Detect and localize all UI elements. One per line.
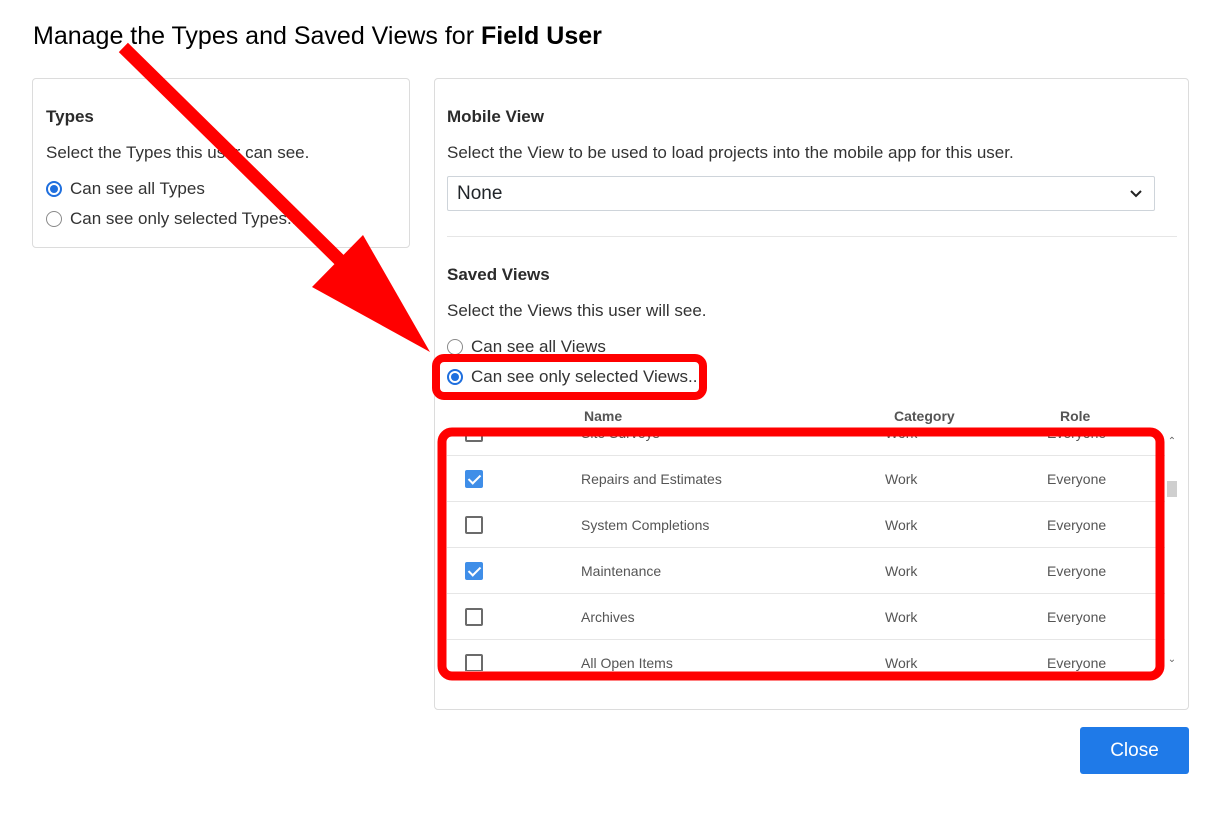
dialog-title-prefix: Manage the Types and Saved Views for — [33, 22, 481, 50]
scrollbar-thumb[interactable] — [1167, 481, 1177, 497]
manage-types-views-dialog: Manage the Types and Saved Views for Fie… — [0, 0, 1223, 815]
mobile-view-select[interactable]: None — [447, 176, 1155, 211]
row-role: Everyone — [1047, 517, 1107, 533]
saved-views-description: Select the Views this user will see. — [447, 301, 707, 320]
chevron-down-icon[interactable]: ⌄ — [1167, 655, 1177, 665]
views-radio-all[interactable]: Can see all Views — [447, 337, 606, 357]
table-row[interactable]: Maintenance Work Everyone — [447, 548, 1165, 594]
row-role: Everyone — [1047, 655, 1107, 671]
types-radio-all-label: Can see all Types — [70, 179, 205, 198]
column-header-category[interactable]: Category — [894, 408, 955, 424]
types-panel: Types Select the Types this user can see… — [32, 78, 410, 248]
row-name: Site Surveys — [581, 431, 660, 441]
dialog-title-user: Field User — [480, 22, 602, 50]
table-row[interactable]: All Open Items Work Everyone — [447, 640, 1165, 671]
row-category: Work — [885, 471, 918, 487]
row-category: Work — [885, 563, 918, 579]
views-radio-all-label: Can see all Views — [471, 337, 606, 356]
row-category: Work — [885, 655, 918, 671]
table-row[interactable]: Archives Work Everyone — [447, 594, 1165, 640]
saved-views-heading: Saved Views — [447, 265, 550, 284]
row-category: Work — [885, 431, 918, 441]
mobile-view-heading: Mobile View — [447, 107, 544, 126]
row-checkbox[interactable] — [465, 431, 483, 442]
views-radio-selected-label: Can see only selected Views... — [471, 367, 703, 386]
table-row[interactable]: Repairs and Estimates Work Everyone — [447, 456, 1165, 502]
table-row[interactable]: Site Surveys Work Everyone — [447, 431, 1165, 456]
section-divider — [447, 236, 1177, 237]
types-radio-selected-label: Can see only selected Types... — [70, 209, 302, 228]
table-scrollbar[interactable]: ⌃ ⌄ — [1167, 431, 1177, 671]
types-description: Select the Types this user can see. — [46, 143, 310, 162]
row-role: Everyone — [1047, 471, 1107, 487]
mobile-view-select-value: None — [457, 182, 503, 204]
types-radio-all[interactable]: Can see all Types — [46, 179, 205, 199]
chevron-down-icon — [1130, 190, 1142, 198]
dialog-title: Manage the Types and Saved Views for Fie… — [33, 22, 602, 51]
views-radio-selected[interactable]: Can see only selected Views... — [447, 367, 702, 387]
radio-button[interactable] — [447, 339, 463, 355]
row-category: Work — [885, 517, 918, 533]
row-name: All Open Items — [581, 655, 673, 671]
views-panel: Mobile View Select the View to be used t… — [434, 78, 1189, 710]
row-name: System Completions — [581, 517, 710, 533]
chevron-up-icon[interactable]: ⌃ — [1167, 437, 1177, 447]
annotation-arrow-head — [312, 235, 430, 352]
column-header-name[interactable]: Name — [584, 408, 622, 424]
types-heading: Types — [46, 107, 94, 126]
row-role: Everyone — [1047, 563, 1107, 579]
table-row[interactable]: System Completions Work Everyone — [447, 502, 1165, 548]
row-category: Work — [885, 609, 918, 625]
row-name: Repairs and Estimates — [581, 471, 722, 487]
views-table-body: Site Surveys Work Everyone Repairs and E… — [447, 431, 1165, 671]
views-table: Site Surveys Work Everyone Repairs and E… — [447, 431, 1177, 671]
close-button[interactable]: Close — [1080, 727, 1189, 774]
mobile-view-description: Select the View to be used to load proje… — [447, 143, 1014, 162]
row-checkbox[interactable] — [465, 516, 483, 534]
radio-button[interactable] — [46, 211, 62, 227]
row-role: Everyone — [1047, 609, 1107, 625]
radio-button[interactable] — [46, 181, 62, 197]
types-radio-selected[interactable]: Can see only selected Types... — [46, 209, 301, 229]
column-header-role[interactable]: Role — [1060, 408, 1090, 424]
row-checkbox[interactable] — [465, 654, 483, 671]
radio-button[interactable] — [447, 369, 463, 385]
row-role: Everyone — [1047, 431, 1107, 441]
row-checkbox[interactable] — [465, 608, 483, 626]
row-name: Maintenance — [581, 563, 662, 579]
row-checkbox[interactable] — [465, 470, 483, 488]
row-checkbox[interactable] — [465, 562, 483, 580]
row-name: Archives — [581, 609, 635, 625]
